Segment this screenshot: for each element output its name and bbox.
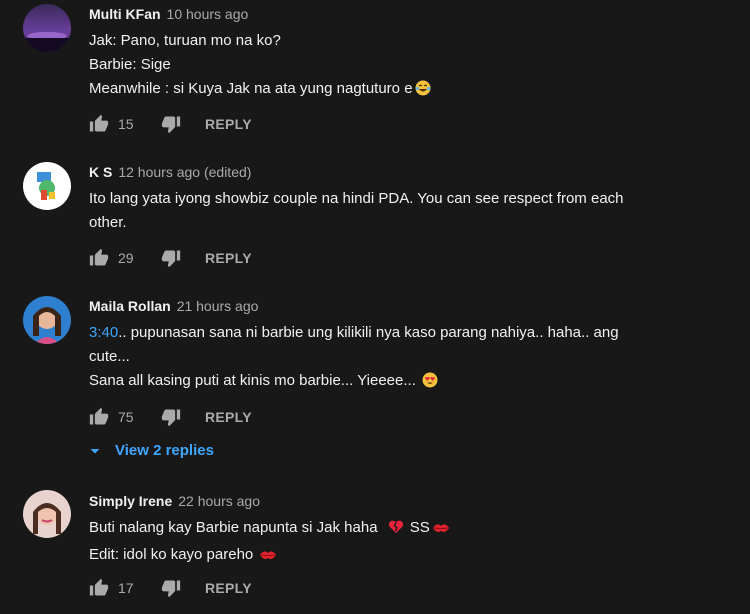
like-count: 15 [118, 116, 134, 132]
heart-eyes-emoji [422, 372, 438, 396]
comment-actions: 17 REPLY [89, 576, 252, 600]
like-count: 17 [118, 580, 134, 596]
comment-time[interactable]: 10 hours ago [167, 6, 249, 22]
comment-actions: 29 REPLY [89, 246, 252, 270]
reply-button[interactable]: REPLY [205, 409, 252, 425]
author-name[interactable]: Multi KFan [89, 6, 161, 22]
timestamp-link[interactable]: 3:40 [89, 324, 118, 341]
author-name[interactable]: Simply Irene [89, 493, 172, 509]
reply-button[interactable]: REPLY [205, 580, 252, 596]
comment-actions: 15 REPLY [89, 112, 252, 136]
thumbs-up-icon[interactable] [89, 407, 109, 427]
thumbs-up-icon[interactable] [89, 114, 109, 134]
comment-line: cute... [89, 348, 130, 365]
avatar[interactable] [23, 162, 71, 210]
thumbs-down-icon[interactable] [161, 407, 181, 427]
comment-line: Buti nalang kay Barbie napunta si Jak ha… [89, 516, 710, 543]
thumbs-up-icon[interactable] [89, 578, 109, 598]
avatar[interactable] [23, 296, 71, 344]
comment-time[interactable]: 21 hours ago [177, 298, 259, 314]
broken-heart-emoji [388, 519, 404, 543]
comment-line: Edit: idol ko kayo pareho [89, 543, 710, 570]
author-name[interactable]: Maila Rollan [89, 298, 171, 314]
comment-line: Barbie: Sige [89, 56, 171, 73]
comment-time[interactable]: 22 hours ago [178, 493, 260, 509]
comment-line: Meanwhile : si Kuya Jak na ata yung nagt… [89, 77, 710, 104]
comment-text: Jak: Pano, turuan mo na ko? Barbie: Sige… [89, 29, 710, 104]
comment-time[interactable]: 12 hours ago (edited) [118, 164, 251, 180]
comment-text: Buti nalang kay Barbie napunta si Jak ha… [89, 516, 710, 570]
view-replies-button[interactable]: View 2 replies [89, 438, 214, 462]
comment-line: Sana all kasing puti at kinis mo barbie.… [89, 369, 710, 396]
comment-header: Maila Rollan 21 hours ago [89, 295, 710, 317]
comment-header: Multi KFan 10 hours ago [89, 3, 710, 25]
comment-header: K S 12 hours ago (edited) [89, 161, 710, 183]
kiss-mark-emoji [259, 546, 277, 570]
view-replies-label: View 2 replies [115, 441, 214, 459]
thumbs-down-icon[interactable] [161, 114, 181, 134]
comment-line: Jak: Pano, turuan mo na ko? [89, 32, 281, 49]
like-count: 29 [118, 250, 134, 266]
comment-line: 3:40.. pupunasan sana ni barbie ung kili… [89, 324, 619, 341]
kiss-mark-emoji [432, 519, 450, 543]
thumbs-down-icon[interactable] [161, 248, 181, 268]
avatar[interactable] [23, 4, 71, 52]
reply-button[interactable]: REPLY [205, 250, 252, 266]
comment-line: Ito lang yata iyong showbiz couple na hi… [89, 190, 624, 207]
comment-text: 3:40.. pupunasan sana ni barbie ung kili… [89, 321, 710, 396]
reply-button[interactable]: REPLY [205, 116, 252, 132]
comment-text: Ito lang yata iyong showbiz couple na hi… [89, 187, 710, 235]
comment-actions: 75 REPLY [89, 405, 252, 429]
comment-header: Simply Irene 22 hours ago [89, 490, 710, 512]
author-name[interactable]: K S [89, 164, 112, 180]
tears-of-joy-emoji [415, 80, 431, 104]
thumbs-down-icon[interactable] [161, 578, 181, 598]
avatar[interactable] [23, 490, 71, 538]
comment-line: other. [89, 214, 127, 231]
like-count: 75 [118, 409, 134, 425]
thumbs-up-icon[interactable] [89, 248, 109, 268]
chevron-down-icon [89, 444, 101, 456]
